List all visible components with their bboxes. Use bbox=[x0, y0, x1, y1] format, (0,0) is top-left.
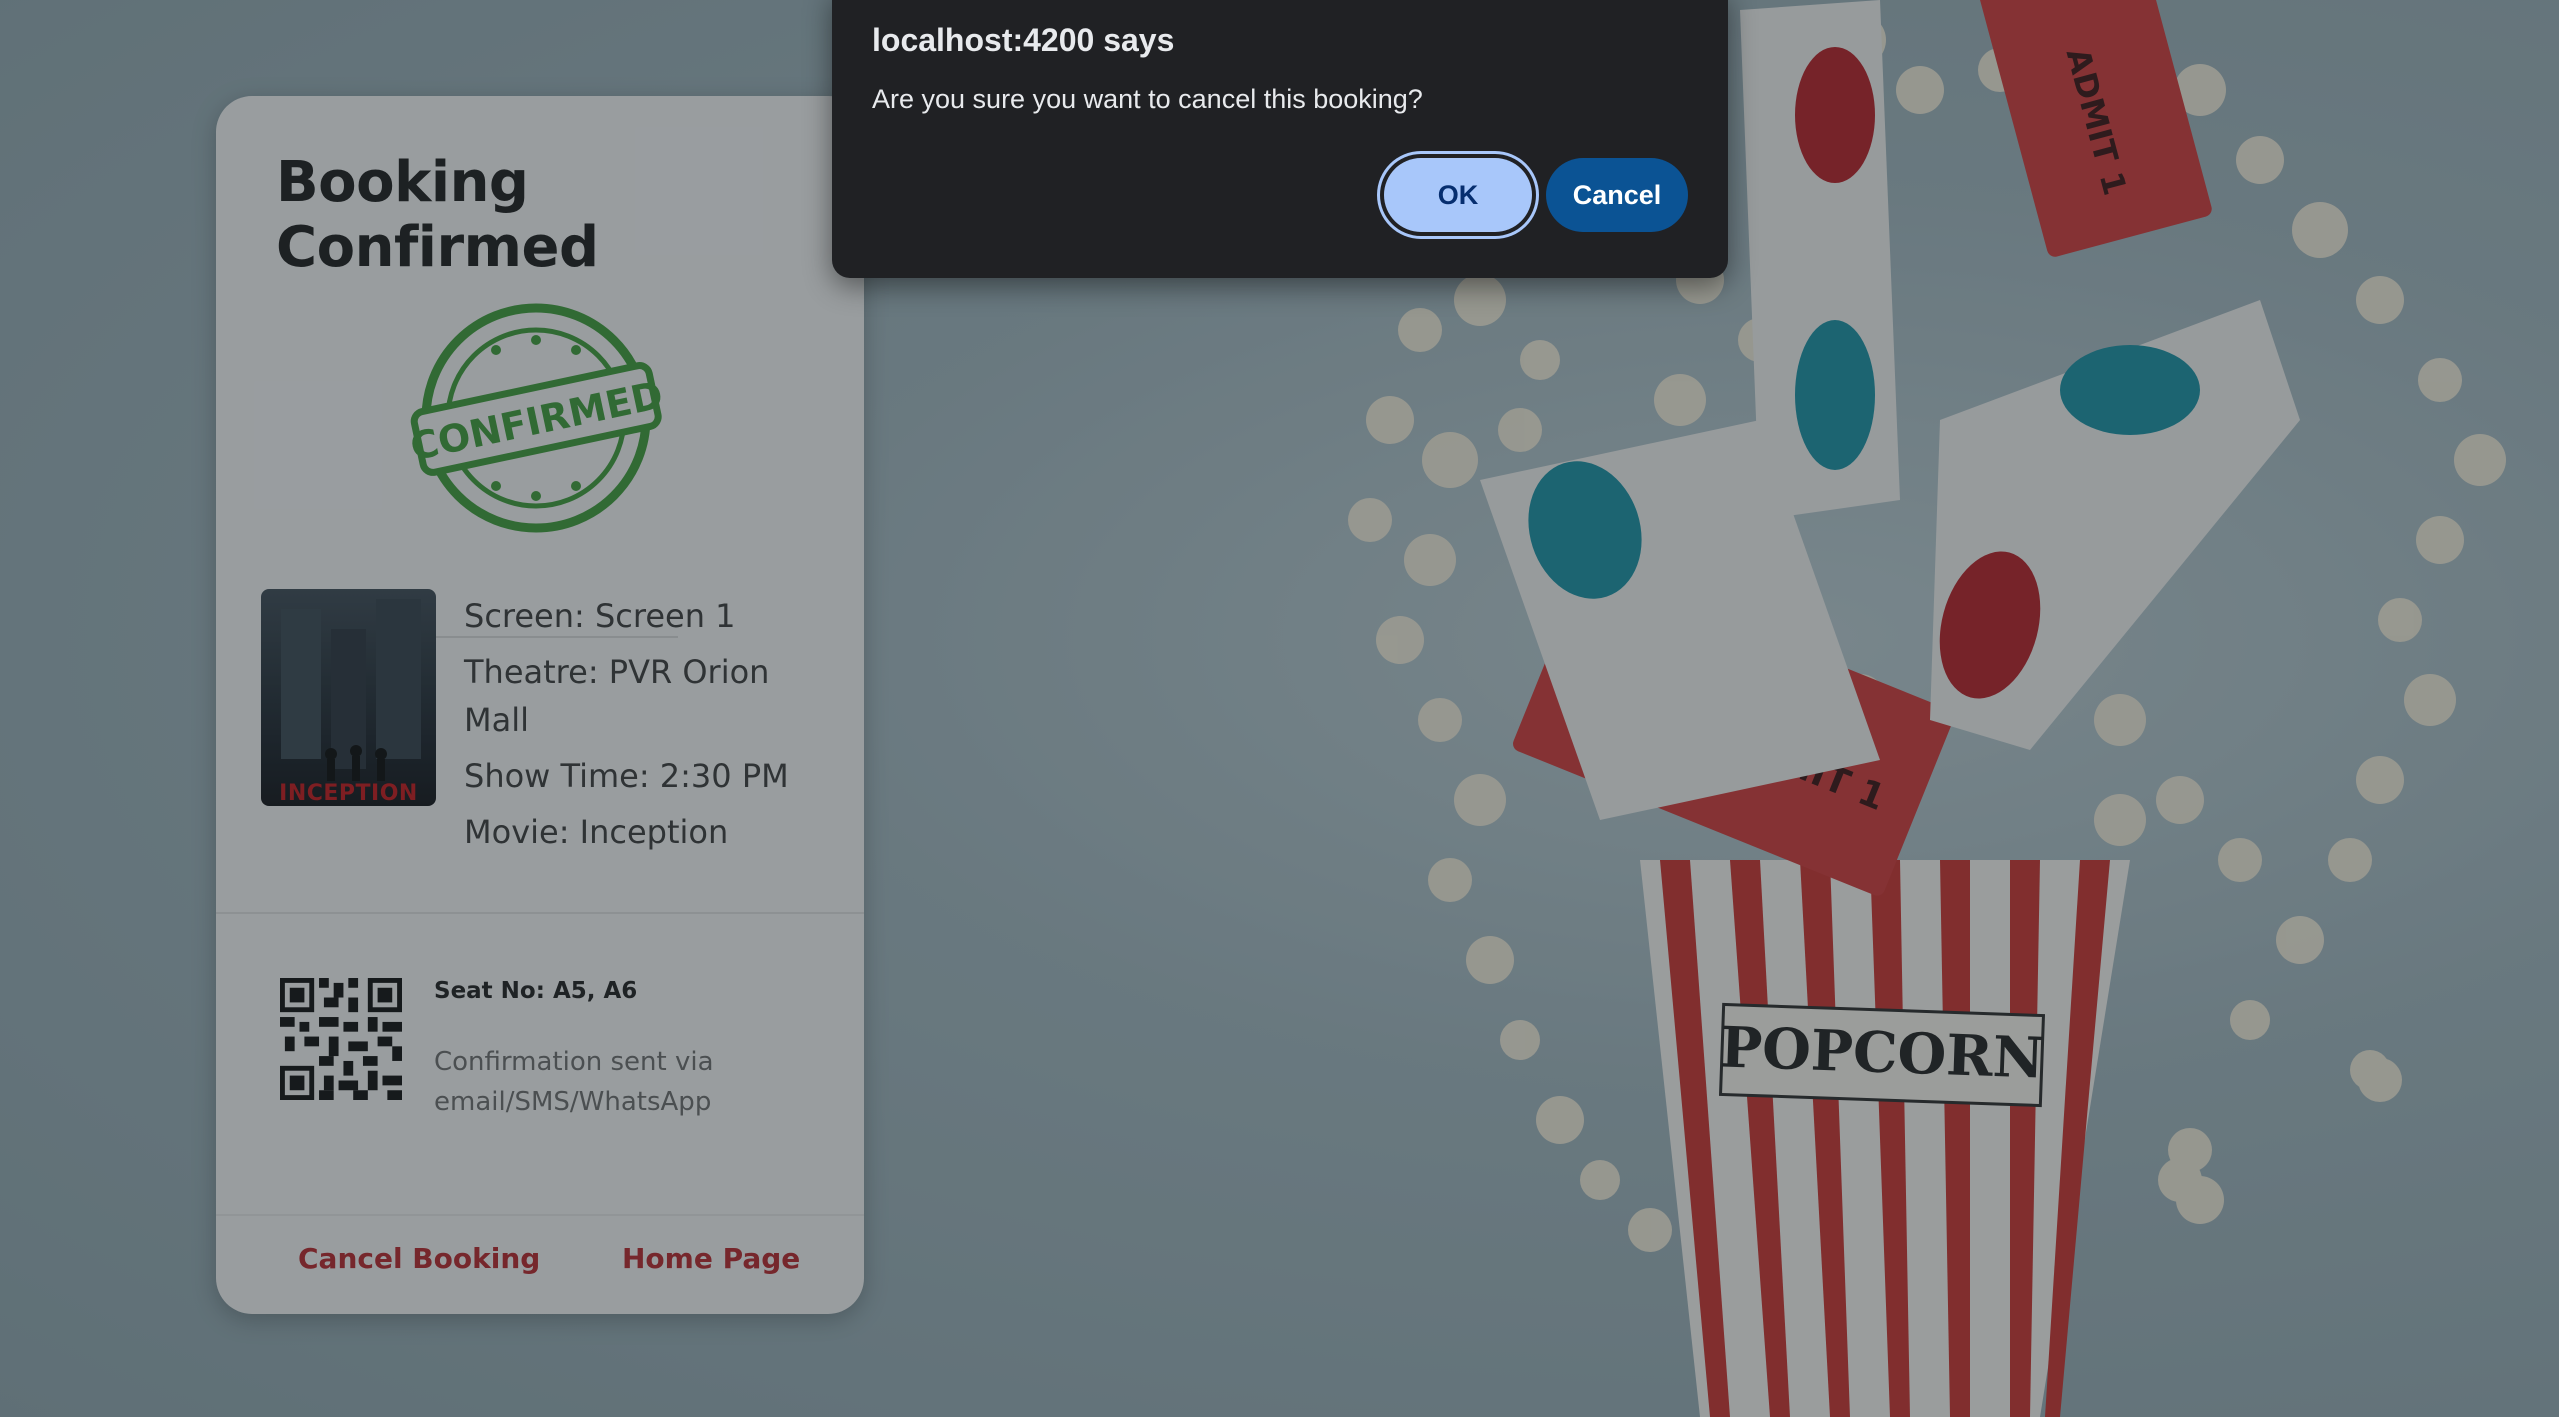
cancel-button[interactable]: Cancel bbox=[1546, 158, 1688, 232]
ok-button[interactable]: OK bbox=[1384, 158, 1532, 232]
dialog-message: Are you sure you want to cancel this boo… bbox=[872, 84, 1423, 114]
dialog-title: localhost:4200 says bbox=[872, 22, 1175, 58]
confirm-dialog: localhost:4200 says Are you sure you wan… bbox=[832, 0, 1728, 278]
